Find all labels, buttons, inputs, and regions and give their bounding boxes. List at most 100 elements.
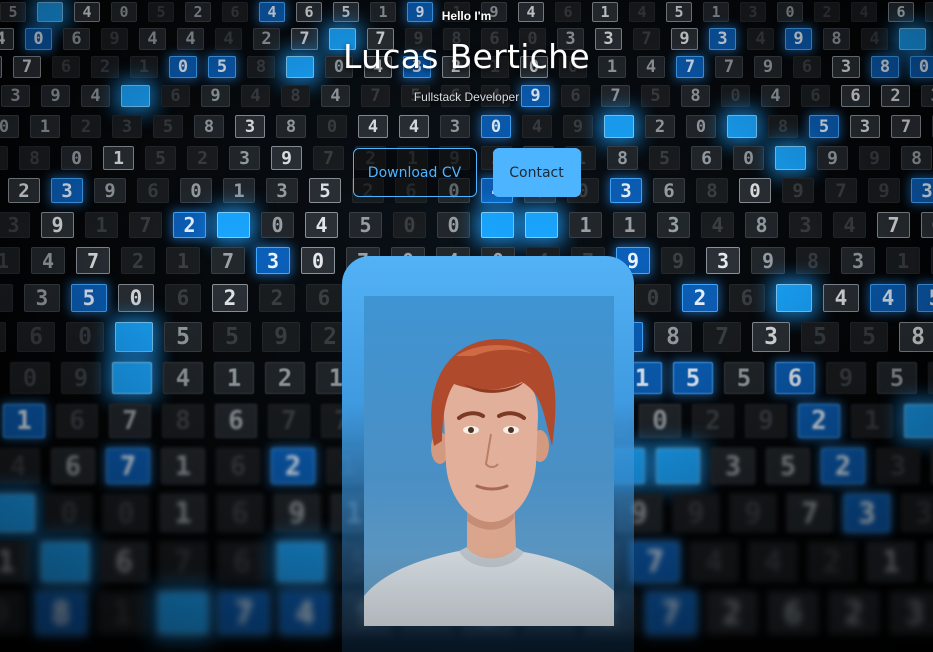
matrix-tile: 5	[801, 322, 839, 352]
matrix-tile: 3	[890, 592, 933, 634]
portrait-card	[342, 256, 634, 652]
matrix-tile: 2	[271, 448, 315, 484]
matrix-tile: 0	[66, 322, 104, 352]
matrix-tile: 5	[213, 322, 251, 352]
matrix-tile: 4	[163, 362, 203, 394]
matrix-tile: 5	[349, 212, 382, 238]
matrix-tile: 3	[850, 115, 880, 138]
matrix-tile: 5	[71, 284, 107, 312]
role-subtitle: Fullstack Developer	[413, 90, 520, 104]
matrix-tile: 3	[0, 212, 30, 238]
matrix-tile: 0	[639, 404, 681, 438]
matrix-tile: 6	[51, 448, 95, 484]
matrix-tile: 2	[821, 448, 865, 484]
matrix-tile: 1	[30, 115, 60, 138]
matrix-tile	[41, 542, 89, 582]
matrix-tile: 1	[160, 494, 206, 532]
matrix-tile: 3	[440, 115, 470, 138]
matrix-tile	[656, 448, 700, 484]
matrix-tile	[904, 404, 933, 438]
matrix-tile: 7	[787, 494, 833, 532]
matrix-tile: 4	[749, 542, 797, 582]
matrix-tile: 8	[162, 404, 204, 438]
intro-block: Hello I'm Lucas Bertiche Fullstack Devel…	[0, 8, 933, 104]
matrix-tile	[776, 284, 812, 312]
matrix-tile: 3	[657, 212, 690, 238]
matrix-tile: 0	[261, 212, 294, 238]
matrix-tile: 4	[0, 448, 40, 484]
matrix-tile: 6	[215, 404, 257, 438]
matrix-tile: 8	[768, 115, 798, 138]
matrix-tile: 1	[613, 212, 646, 238]
matrix-tile: 8	[36, 592, 86, 634]
hero-actions: Download CV Contact	[0, 148, 933, 197]
matrix-tile: 5	[877, 362, 917, 394]
matrix-tile: 7	[106, 448, 150, 484]
matrix-tile: 6	[768, 592, 818, 634]
matrix-tile: 4	[280, 592, 330, 634]
matrix-tile: 6	[217, 494, 263, 532]
matrix-tile: 9	[41, 212, 74, 238]
matrix-tile: 5	[766, 448, 810, 484]
matrix-tile: 8	[745, 212, 778, 238]
matrix-tile	[0, 494, 35, 532]
matrix-tile: 3	[112, 115, 142, 138]
matrix-tile: 2	[121, 247, 155, 274]
matrix-tile: 3	[876, 448, 920, 484]
matrix-tile: 7	[891, 115, 921, 138]
matrix-tile	[727, 115, 757, 138]
matrix-tile: 2	[798, 404, 840, 438]
matrix-tile	[112, 362, 152, 394]
profile-photo	[364, 296, 614, 626]
matrix-tile	[217, 212, 250, 238]
matrix-tile: 3	[0, 322, 6, 352]
matrix-tile: 2	[808, 542, 856, 582]
matrix-tile: 6	[921, 212, 933, 238]
matrix-tile: 9	[745, 404, 787, 438]
matrix-tile: 8	[194, 115, 224, 138]
matrix-tile: 1	[569, 212, 602, 238]
matrix-tile: 0	[393, 212, 426, 238]
matrix-tile: 9	[61, 362, 101, 394]
matrix-tile: 9	[563, 115, 593, 138]
contact-button[interactable]: Contact	[492, 148, 581, 197]
matrix-tile: 7	[129, 212, 162, 238]
matrix-tile: 1	[928, 362, 933, 394]
matrix-tile: 9	[0, 592, 25, 634]
matrix-tile: 1	[0, 247, 20, 274]
matrix-tile: 0	[103, 494, 149, 532]
matrix-tile: 2	[71, 115, 101, 138]
matrix-tile: 6	[216, 448, 260, 484]
matrix-tile: 3	[256, 247, 290, 274]
matrix-tile: 2	[692, 404, 734, 438]
matrix-tile: 7	[159, 542, 207, 582]
matrix-tile: 0	[46, 494, 92, 532]
matrix-tile: 0	[686, 115, 716, 138]
matrix-tile: 8	[276, 115, 306, 138]
matrix-tile: 0	[0, 115, 19, 138]
matrix-tile: 1	[166, 247, 200, 274]
matrix-tile: 0	[0, 284, 13, 312]
matrix-tile: 6	[218, 542, 266, 582]
matrix-tile: 4	[833, 212, 866, 238]
matrix-tile: 9	[262, 322, 300, 352]
matrix-tile: 4	[926, 542, 933, 582]
matrix-tile: 7	[109, 404, 151, 438]
matrix-tile: 1	[3, 404, 45, 438]
matrix-tile: 7	[268, 404, 310, 438]
matrix-tile	[277, 542, 325, 582]
matrix-tile: 5	[164, 322, 202, 352]
download-cv-button[interactable]: Download CV	[352, 148, 477, 197]
matrix-tile: 8	[654, 322, 692, 352]
name-heading: Lucas Bertiche	[343, 37, 590, 76]
matrix-tile: 0	[118, 284, 154, 312]
matrix-tile: 6	[729, 284, 765, 312]
matrix-tile: 1	[85, 212, 118, 238]
matrix-tile: 2	[265, 362, 305, 394]
matrix-tile	[604, 115, 634, 138]
matrix-tile: 1	[0, 542, 30, 582]
matrix-tile: 2	[645, 115, 675, 138]
matrix-tile: 3	[789, 212, 822, 238]
matrix-tile: 8	[899, 322, 933, 352]
matrix-tile: 2	[707, 592, 757, 634]
